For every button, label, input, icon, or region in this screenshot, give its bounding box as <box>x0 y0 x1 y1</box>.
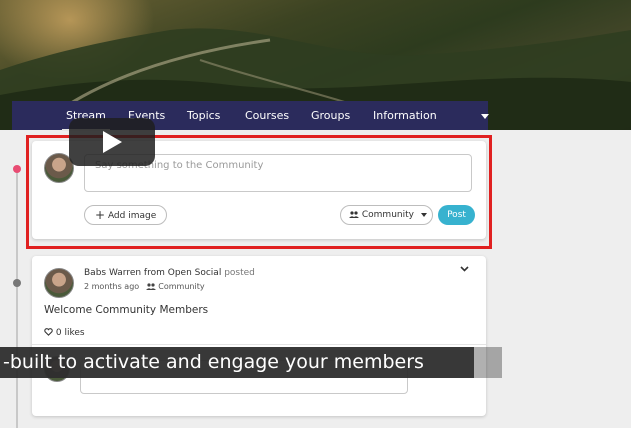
post-options-chevron-down-icon[interactable] <box>460 266 469 272</box>
author-name[interactable]: Babs Warren from Open Social <box>84 268 221 278</box>
timeline-dot-active <box>13 165 21 173</box>
author-avatar[interactable] <box>44 268 74 298</box>
nav-courses[interactable]: Courses <box>245 109 289 123</box>
heart-icon <box>44 328 53 336</box>
likes-label: 0 likes <box>55 328 85 338</box>
play-icon[interactable] <box>69 118 155 166</box>
caption-tail <box>474 347 502 378</box>
nav-groups[interactable]: Groups <box>311 109 350 123</box>
nav-information[interactable]: Information <box>373 109 437 123</box>
nav-topics[interactable]: Topics <box>187 109 220 123</box>
timeline-dot <box>13 279 21 287</box>
post-time[interactable]: 2 months ago <box>84 282 139 291</box>
video-caption: -built to activate and engage your membe… <box>0 347 474 378</box>
post-author-line: Babs Warren from Open Social posted <box>84 268 255 278</box>
stream-post-card: Babs Warren from Open Social posted 2 mo… <box>32 256 486 416</box>
post-visibility: Community <box>158 282 205 291</box>
post-body: Welcome Community Members <box>44 304 209 316</box>
post-verb: posted <box>224 268 255 278</box>
post-meta: 2 months ago Community <box>84 282 205 291</box>
post-divider <box>32 344 486 345</box>
likes-count[interactable]: 0 likes <box>44 328 85 338</box>
nav-more-chevron-down-icon[interactable] <box>481 114 489 119</box>
timeline-line <box>16 170 18 428</box>
people-icon <box>145 283 156 290</box>
